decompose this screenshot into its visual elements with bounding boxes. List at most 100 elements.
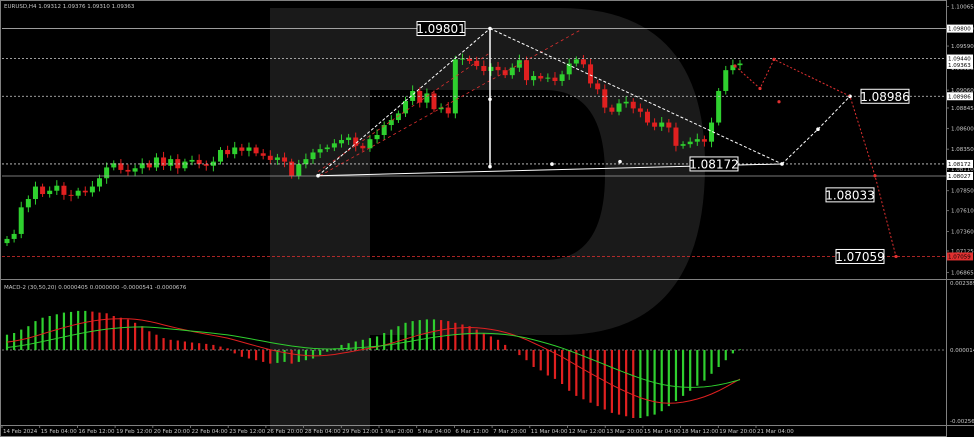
forecast-point [316, 173, 320, 178]
candle-body [481, 66, 487, 71]
time-axis-label: 23 Feb 12:00 [229, 429, 266, 435]
price-axis-label: 1.08350 [951, 147, 974, 153]
macd-axis-label: -0.0025691 [950, 419, 974, 425]
time-axis-label: 20 Feb 20:00 [154, 429, 191, 435]
time-axis-label: 29 Feb 12:00 [342, 429, 379, 435]
candle-body [737, 63, 743, 66]
candle-body [189, 159, 195, 162]
price-annotation: 1.07059 [835, 250, 885, 264]
candle-body [203, 164, 209, 166]
time-axis-label: 19 Feb 12:00 [116, 429, 153, 435]
price-axis-label: 1.07360 [951, 229, 974, 235]
candle-body [488, 66, 494, 71]
time-axis-label: 11 Mar 04:00 [531, 429, 568, 435]
price-axis-marker-label: 1.07059 [948, 254, 971, 260]
candle-body [282, 157, 288, 162]
candle-body [338, 140, 344, 144]
candle-body [97, 178, 103, 187]
candle-body [317, 149, 323, 153]
time-axis-label: 7 Mar 20:00 [493, 429, 527, 435]
candle-body [495, 66, 501, 71]
macd-axis-label: 0.0023897 [950, 281, 974, 287]
forecast-point [618, 159, 622, 164]
time-axis-label: 18 Mar 12:00 [682, 429, 719, 435]
forecast-point-red [772, 57, 776, 61]
forecast-point-red [894, 254, 898, 259]
price-axis-marker-label: 1.08027 [948, 174, 971, 180]
candle-body [666, 122, 672, 128]
price-axis-marker-label: 1.09800 [948, 27, 971, 33]
time-axis-label: 15 Feb 04:00 [41, 429, 78, 435]
price-axis-marker-label: 1.08172 [948, 162, 971, 168]
candle-body [196, 159, 202, 165]
price-annotation: 1.08986 [860, 90, 910, 104]
candle-body [346, 137, 352, 140]
candle-body [153, 157, 159, 168]
candle-body [25, 199, 31, 208]
candle-body [659, 122, 665, 127]
forecast-point-red [777, 100, 781, 104]
candle-body [644, 111, 650, 123]
candle-body [303, 159, 309, 165]
candle-body [673, 127, 679, 146]
candle-body [104, 167, 110, 179]
price-chart: 1.09801 1.08986 1.08172 1.08033 1.07059 EURUS… [0, 0, 974, 437]
candle-body [609, 107, 615, 112]
forecast-path-up [781, 95, 851, 165]
candle-body [531, 75, 537, 81]
candle-body [723, 70, 729, 91]
price-axis-marker-label: 1.08986 [948, 94, 971, 100]
chart-header-symbol: EURUSD,H4 1.09312 1.09376 1.09310 1.0936… [4, 4, 135, 10]
candle-body [253, 147, 259, 154]
candle-body [132, 168, 138, 172]
candle-body [367, 139, 373, 149]
candle-body [331, 143, 337, 148]
candle-body [680, 144, 686, 146]
candle-body [652, 122, 658, 127]
candle-body [552, 77, 558, 81]
candle-body [559, 74, 565, 81]
candle-body [588, 64, 594, 84]
candle-body [61, 185, 67, 195]
candle-body [89, 186, 95, 193]
forecast-point [816, 127, 820, 131]
candle-body [580, 59, 586, 65]
candle-body [47, 190, 53, 195]
time-axis-label: 21 Mar 04:00 [757, 429, 794, 435]
candle-body [11, 233, 17, 239]
forecast-point [488, 26, 492, 31]
candle-body [182, 161, 188, 169]
time-axis-label: 28 Feb 04:00 [305, 429, 342, 435]
candle-body [417, 90, 423, 103]
candle-body [538, 75, 544, 79]
candle-body [445, 107, 451, 114]
candle-body [374, 135, 380, 140]
price-axis-label: 1.07610 [951, 209, 974, 215]
candle-body [296, 164, 302, 176]
candle-body [4, 238, 10, 244]
candle-body [431, 93, 437, 110]
time-axis-label: 12 Mar 12:00 [569, 429, 606, 435]
candle-body [694, 139, 700, 142]
candle-body [623, 101, 629, 104]
forecast-point-red [758, 86, 762, 91]
candle-body [637, 108, 643, 112]
candle-body [161, 157, 167, 166]
candle-body [630, 101, 636, 109]
time-axis-label: 5 Mar 04:00 [418, 429, 452, 435]
price-annotation: 1.09801 [416, 22, 466, 36]
candle-body [267, 155, 273, 160]
price-axis-label: 1.06865 [951, 271, 974, 277]
time-axis-label: 26 Feb 20:00 [267, 429, 304, 435]
candle-body [32, 186, 38, 200]
macd-axis-label: 0.0000140 [950, 348, 974, 354]
candle-body [225, 149, 231, 155]
candle-body [232, 147, 238, 155]
candle-body [616, 103, 622, 112]
time-axis-label: 14 Feb 2024 [3, 429, 38, 435]
macd-signal-green [6, 326, 741, 388]
macd-header: MACD-2 (30,50,20) 0.0000405 0.0000000 -0… [4, 285, 187, 291]
price-axis-marker-label: 1.09363 [948, 63, 971, 69]
forecast-point [550, 162, 554, 166]
candle-body [82, 190, 88, 193]
